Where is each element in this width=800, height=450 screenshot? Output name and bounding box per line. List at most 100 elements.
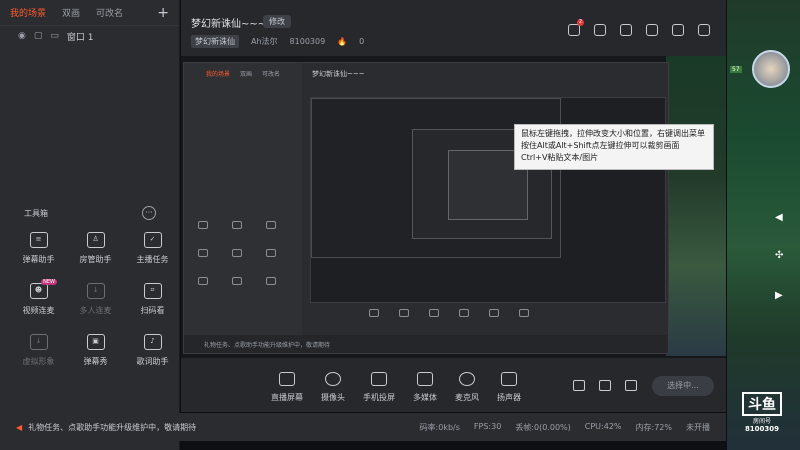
camera-icon (325, 372, 341, 386)
select-button[interactable]: 选择中... (652, 376, 714, 396)
tool-label: 扫码看 (140, 306, 165, 315)
play-icon (417, 372, 433, 386)
recursive-preview-capture: 我的场景 双画 可改名 梦幻新诛仙~~~ 礼物任务、点歌助手功能升级维护中，敬请… (183, 62, 669, 354)
task-icon: ✓ (143, 232, 162, 248)
tool-label: 房管助手 (79, 255, 112, 264)
cpu-usage: CPU:42% (584, 421, 622, 431)
tool-multi-link[interactable]: ↓ 多人连麦 (67, 283, 124, 316)
tool-danmaku-show[interactable]: ▣ 弹幕秀 (67, 334, 124, 367)
multimedia-button[interactable]: 多媒体 (413, 372, 437, 403)
stream-stats: 码率:0kb/s FPS:30 丢帧:0(0.00%) CPU:42% 内存:7… (420, 422, 710, 433)
screen-capture-button[interactable]: 直播屏幕 (271, 372, 303, 403)
toolbox-grid: ≡ 弹幕助手 ♙ 房管助手 ✓ 主播任务 NEW ☻ 视频连麦 ↓ 多人连麦 ⌗… (10, 232, 180, 367)
camera-button[interactable]: 摄像头 (321, 372, 345, 403)
scene-source-item[interactable]: ◉ ▢ ▭ 窗口 1 (0, 26, 179, 46)
dpad-icon: ✣ (775, 250, 784, 261)
category-tag[interactable]: 梦幻新诛仙 (191, 35, 239, 48)
control-label: 多媒体 (413, 393, 437, 402)
tool-video-link[interactable]: NEW ☻ 视频连麦 (10, 279, 67, 316)
tab-my-scenes[interactable]: 我的场景 (10, 6, 46, 19)
tool-label: 虚拟形象 (22, 357, 55, 366)
eye-icon[interactable]: ◉ (18, 31, 26, 41)
scene-tabs: 我的场景 双画 可改名 + (0, 0, 179, 26)
tool-virtual-avatar[interactable]: ↓ 虚拟形象 (10, 334, 67, 367)
lyrics-icon: ♪ (143, 334, 162, 350)
tv-icon: ▣ (86, 334, 105, 350)
share-icon[interactable] (698, 24, 710, 36)
notice-text: 礼物任务、点歌助手功能升级维护中，敬请期待 (28, 422, 197, 432)
control-label: 直播屏幕 (271, 393, 303, 402)
tool-label: 弹幕助手 (22, 255, 55, 264)
lock-icon[interactable] (594, 24, 606, 36)
new-badge: NEW (41, 279, 57, 285)
notes-icon[interactable] (646, 24, 658, 36)
tool-label: 歌词助手 (136, 357, 169, 366)
tool-room-manager[interactable]: ♙ 房管助手 (67, 232, 124, 265)
stream-preview[interactable]: 我的场景 双画 可改名 梦幻新诛仙~~~ 礼物任务、点歌助手功能升级维护中，敬请… (181, 56, 726, 358)
stream-title: 梦幻新诛仙~~~ (191, 19, 267, 30)
dropped-frames: 丢帧:0(0.00%) (515, 422, 571, 432)
control-label: 扬声器 (497, 393, 521, 402)
captured-control-icon (489, 309, 499, 317)
layout-icon[interactable] (620, 24, 632, 36)
captured-tool-icon (266, 277, 276, 285)
nested-capture-level-2 (311, 98, 561, 258)
tool-scan-view[interactable]: ⌗ 扫码看 (124, 283, 181, 316)
captured-tool-icon (232, 221, 242, 229)
captured-control-icon (369, 309, 379, 317)
bell-icon[interactable] (672, 24, 684, 36)
tool-label: 弹幕秀 (83, 357, 108, 366)
tool-label: 视频连麦 (22, 306, 55, 315)
stream-info: 梦幻新诛仙 Ah法尔 8100309 🔥 0 (191, 35, 364, 48)
header-icons: 2 (568, 19, 710, 36)
captured-tabs: 我的场景 双画 可改名 (184, 63, 302, 84)
tool-host-tasks[interactable]: ✓ 主播任务 (124, 232, 181, 265)
record-icon[interactable] (573, 380, 585, 391)
tab-dual-screen[interactable]: 双画 (62, 6, 80, 19)
microphone-button[interactable]: 麦克风 (455, 372, 479, 403)
captured-tool-icon (266, 249, 276, 257)
tool-danmaku-assistant[interactable]: ≡ 弹幕助手 (10, 232, 67, 265)
tab-renamable[interactable]: 可改名 (96, 6, 123, 19)
gear-icon[interactable] (625, 380, 637, 391)
add-scene-icon[interactable]: + (157, 5, 169, 21)
tool-lyrics-assistant[interactable]: ♪ 歌词助手 (124, 334, 181, 367)
eye-icon[interactable] (599, 380, 611, 391)
sidebar: 我的场景 双画 可改名 + ◉ ▢ ▭ 窗口 1 工具箱 ··· ≡ 弹幕助手 … (0, 0, 180, 450)
phone-cast-button[interactable]: 手机投屏 (363, 372, 395, 403)
captured-tab: 可改名 (262, 71, 281, 78)
tooltip-line: 鼠标左键拖拽，拉伸改变大小和位置，右键调出菜单 (521, 129, 705, 138)
toolbox-title: 工具箱 (24, 208, 48, 218)
notice: ◀ 礼物任务、点歌助手功能升级维护中，敬请期待 (16, 422, 196, 433)
stream-header: 梦幻新诛仙~~~ 修改 梦幻新诛仙 Ah法尔 8100309 🔥 0 2 (181, 0, 726, 56)
stream-state: 未开播 (686, 422, 710, 432)
captured-tool-icon (266, 221, 276, 229)
streamer-name: Ah法尔 (251, 37, 278, 46)
fps: FPS:30 (473, 421, 502, 431)
captured-control-icon (519, 309, 529, 317)
captured-tool-icon (198, 277, 208, 285)
captured-toolbox (198, 221, 300, 285)
speaker-icon (501, 372, 517, 386)
status-bar: ◀ 礼物任务、点歌助手功能升级维护中，敬请期待 码率:0kb/s FPS:30 … (0, 413, 726, 441)
more-icon[interactable]: ··· (142, 206, 156, 220)
source-controls-bar: 直播屏幕 摄像头 手机投屏 多媒体 麦克风 扬声器 选择中... (181, 358, 726, 412)
gift-box-icon[interactable]: 2 (568, 19, 584, 36)
lock-icon[interactable]: ▢ (34, 31, 43, 41)
captured-control-icon (459, 309, 469, 317)
extra-controls (573, 380, 637, 391)
tool-label: 主播任务 (136, 255, 169, 264)
captured-tool-icon (198, 221, 208, 229)
edit-title-button[interactable]: 修改 (263, 15, 291, 28)
monitor-icon (279, 372, 295, 386)
game-scene-strip (666, 56, 726, 356)
control-label: 手机投屏 (363, 393, 395, 402)
scene-source-label: 窗口 1 (66, 32, 94, 43)
download-icon: ↓ (29, 334, 48, 350)
level-badge: 57 (730, 66, 742, 73)
danmaku-icon: ≡ (29, 232, 48, 248)
captured-tool-icon (232, 277, 242, 285)
speaker-button[interactable]: 扬声器 (497, 372, 521, 403)
microphone-icon (459, 372, 475, 386)
toolbox-header: 工具箱 ··· (0, 202, 180, 224)
